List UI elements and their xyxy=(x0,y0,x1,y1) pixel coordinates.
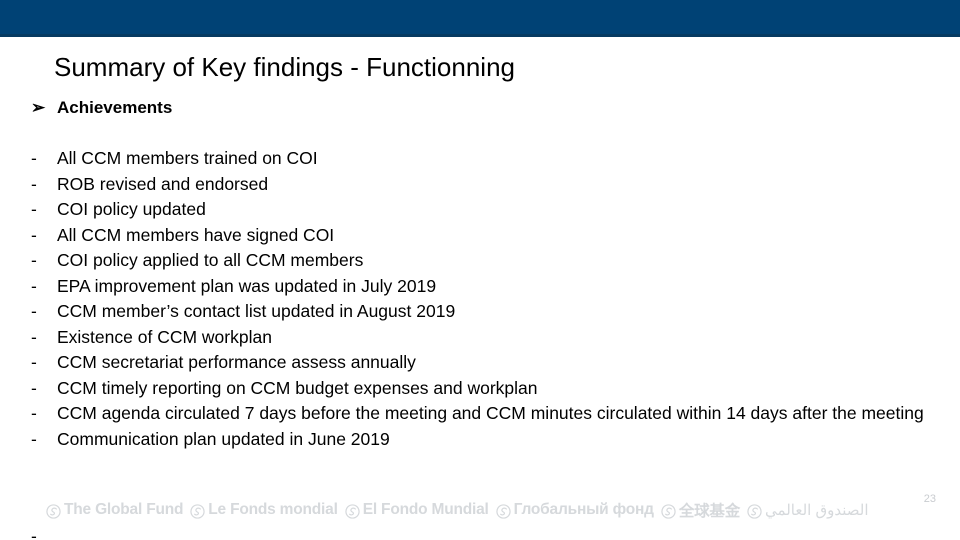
section-heading-achievements: ➢ Achievements xyxy=(31,96,731,120)
global-fund-spiral-mark-icon xyxy=(661,503,676,519)
dash-bullet-icon: - xyxy=(31,275,37,296)
header-banner xyxy=(0,0,960,37)
dash-bullet-icon: - xyxy=(31,428,37,449)
header-banner-edge xyxy=(0,34,960,37)
bullet-item: - Communication plan updated in June 2019 xyxy=(31,427,946,453)
dash-bullet-icon: - xyxy=(31,224,37,245)
global-fund-footer-logos: The Global Fund Le Fonds mondial El Fondo … xyxy=(46,498,876,522)
bullet-item: - ROB revised and endorsed xyxy=(31,172,946,198)
dash-bullet-icon: - xyxy=(31,403,37,423)
clipped-trailing-bullet: - xyxy=(31,526,37,540)
bullet-item-text: COI policy applied to all CCM members xyxy=(57,250,364,270)
bullet-item-text: CCM agenda circulated 7 days before the … xyxy=(57,403,924,423)
footer-logo-unit: 全球基金 xyxy=(661,499,747,521)
dash-bullet-icon: - xyxy=(31,377,37,398)
dash-bullet-icon: - xyxy=(31,199,37,219)
footer-logo-name: 全球基金 xyxy=(678,503,741,520)
bullet-item-text: Communication plan updated in June 2019 xyxy=(57,428,390,449)
bullet-item: - CCM agenda circulated 7 days before the… xyxy=(31,401,946,427)
bullet-item-text: CCM secretariat performance assess annua… xyxy=(57,352,416,372)
footer-logo-name: الصندوق العالمي xyxy=(765,502,869,519)
footer-logo-unit: El Fondo Mundial xyxy=(345,501,496,519)
dash-bullet-icon: - xyxy=(31,148,37,168)
global-fund-spiral-mark-icon xyxy=(747,503,762,519)
global-fund-spiral-mark-icon xyxy=(345,503,360,519)
bullet-item: - CCM secretariat performance assess annu… xyxy=(31,350,946,376)
bullet-item-text: CCM member’s contact list updated in Aug… xyxy=(57,301,456,321)
global-fund-spiral-mark-icon xyxy=(190,503,205,519)
dash-bullet-icon: - xyxy=(31,352,37,372)
slide-canvas: Summary of Key findings - Functionning ➢… xyxy=(0,0,960,540)
dash-bullet-icon: - xyxy=(31,326,37,347)
bullet-item-text: Existence of CCM workplan xyxy=(57,326,272,347)
bullet-item-text: COI policy updated xyxy=(57,199,206,219)
achievements-bullet-list: - All CCM members trained on COI - ROB revi… xyxy=(31,146,946,452)
bullet-item-text: ROB revised and endorsed xyxy=(57,173,269,194)
bullet-item: - CCM member’s contact list updated in Au… xyxy=(31,299,946,325)
global-fund-spiral-mark-icon xyxy=(46,503,61,519)
footer-logo-name: Le Fonds mondial xyxy=(208,501,338,518)
page-title: Summary of Key findings - Functionning xyxy=(54,52,515,82)
bullet-item: - All CCM members have signed COI xyxy=(31,223,946,249)
section-heading-label: Achievements xyxy=(57,98,173,117)
footer-logo-unit: الصندوق العالمي xyxy=(747,501,875,519)
arrow-bullet-icon: ➢ xyxy=(31,98,46,117)
footer-logo-unit: Le Fonds mondial xyxy=(190,501,344,519)
footer-logo-name: El Fondo Mundial xyxy=(362,501,489,518)
bullet-item-text: All CCM members have signed COI xyxy=(57,224,335,245)
bullet-item: - All CCM members trained on COI xyxy=(31,146,946,172)
bullet-item: - EPA improvement plan was updated in Jul… xyxy=(31,274,946,300)
global-fund-spiral-mark-icon xyxy=(495,503,511,519)
bullet-item: - Existence of CCM workplan xyxy=(31,325,946,351)
bullet-item-text: All CCM members trained on COI xyxy=(57,148,318,168)
bullet-item-text: CCM timely reporting on CCM budget expen… xyxy=(57,377,538,398)
bullet-item: - COI policy updated xyxy=(31,197,946,223)
dash-bullet-icon: - xyxy=(31,301,37,321)
dash-bullet-icon: - xyxy=(31,173,37,194)
footer-logo-name: Глобальный фонд xyxy=(513,501,654,518)
footer-logo-unit: The Global Fund xyxy=(46,501,190,519)
bullet-item-text: EPA improvement plan was updated in July… xyxy=(57,275,437,296)
footer-logo-unit: Глобальный фонд xyxy=(495,501,661,519)
page-number: 23 xyxy=(923,493,936,505)
bullet-item: - COI policy applied to all CCM members xyxy=(31,248,946,274)
dash-bullet-icon: - xyxy=(31,250,37,270)
bullet-item: - CCM timely reporting on CCM budget expe… xyxy=(31,376,946,402)
footer-logo-name: The Global Fund xyxy=(64,501,184,518)
